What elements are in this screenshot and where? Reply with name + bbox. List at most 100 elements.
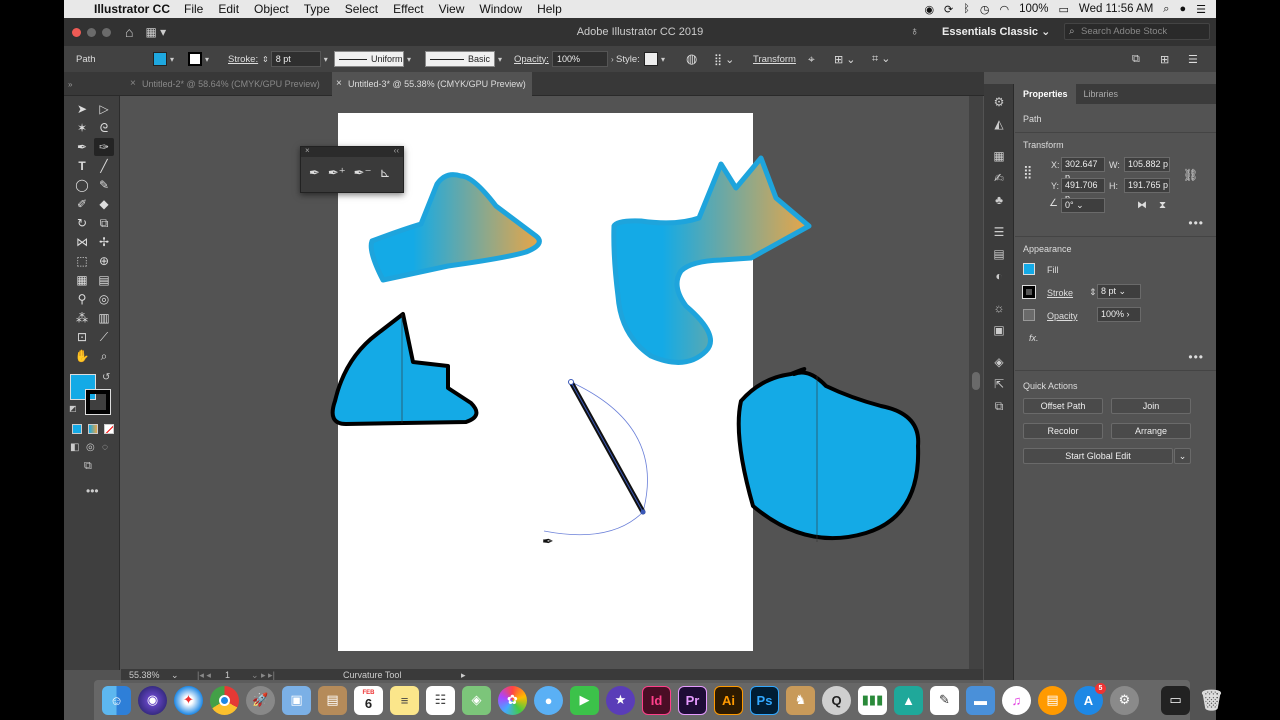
textedit-icon[interactable]: ✎: [930, 685, 959, 715]
eraser-tool-icon[interactable]: ◆: [94, 195, 114, 213]
notification-icon[interactable]: ☰: [1196, 3, 1206, 16]
perspective-grid-tool-icon[interactable]: ▦: [72, 271, 92, 289]
menu-effect[interactable]: Effect: [393, 2, 423, 16]
wifi-icon[interactable]: ◠: [999, 3, 1009, 16]
trash-icon[interactable]: 🗑: [1197, 686, 1226, 715]
screenshot-icon[interactable]: ▭: [1161, 685, 1190, 715]
draw-behind-icon[interactable]: ◎: [86, 442, 95, 453]
toolbar-collapse-icon[interactable]: »: [68, 80, 72, 89]
close-window-button[interactable]: [72, 27, 81, 37]
stroke-panel-icon[interactable]: ☰: [991, 224, 1007, 240]
bluetooth-icon[interactable]: ᛒ: [963, 3, 970, 15]
appearance-opacity-label[interactable]: Opacity: [1047, 311, 1078, 321]
notes-icon[interactable]: ≡: [390, 685, 419, 715]
menu-select[interactable]: Select: [345, 2, 378, 16]
y-field[interactable]: 491.706 p: [1061, 178, 1105, 203]
flip-vertical-icon[interactable]: ⧗: [1159, 200, 1166, 211]
keynote-icon[interactable]: ▬: [966, 685, 995, 715]
none-mode-icon[interactable]: [104, 424, 114, 434]
join-button[interactable]: Join: [1111, 398, 1191, 414]
variable-width-profile[interactable]: Uniform ▾: [334, 46, 411, 72]
reference-point-icon[interactable]: ⣿: [1023, 164, 1033, 180]
stroke-weight-stepper[interactable]: ⇕ 8 pt ▾: [262, 46, 328, 72]
swap-fill-stroke-icon[interactable]: ↺: [102, 372, 110, 383]
shape-builder-tool-icon[interactable]: ⊕: [94, 252, 114, 270]
numbers-icon[interactable]: ▮▮▮: [858, 685, 887, 715]
hand-tool-icon[interactable]: ✋: [72, 347, 92, 365]
recolor-button[interactable]: Recolor: [1023, 423, 1103, 439]
curvature-tool-icon[interactable]: ✑: [94, 138, 114, 156]
edit-toolbar-icon[interactable]: •••: [86, 484, 99, 498]
tab-untitled-2[interactable]: × Untitled-2* @ 58.64% (CMYK/GPU Preview…: [126, 72, 328, 96]
slice-tool-icon[interactable]: ⟋: [94, 328, 114, 346]
fx-icon[interactable]: fx.: [1029, 333, 1039, 343]
layers-icon[interactable]: ◈: [991, 354, 1007, 370]
pen-tool-icon[interactable]: ✒: [72, 138, 92, 156]
artboards-icon[interactable]: ⧉: [991, 398, 1007, 414]
cinema-icon[interactable]: ♞: [786, 685, 815, 715]
appearance-stroke-weight[interactable]: 8 pt ⌄: [1097, 284, 1141, 299]
artboard-number[interactable]: 1: [225, 670, 230, 680]
draw-inside-icon[interactable]: ◌: [102, 442, 108, 453]
stroke-label[interactable]: Stroke:: [228, 46, 258, 72]
puppet-warp-tool-icon[interactable]: ✢: [94, 233, 114, 251]
vertical-scrollbar[interactable]: [969, 96, 983, 669]
minimize-window-button[interactable]: [87, 27, 96, 37]
flyout-anchor-point-icon[interactable]: ⊾: [379, 165, 390, 181]
app-menu[interactable]: Illustrator CC: [94, 2, 170, 16]
screen-mode-icon[interactable]: ⧉: [84, 460, 92, 473]
shaper-tool-icon[interactable]: ✐: [72, 195, 92, 213]
brushes-icon[interactable]: ✍: [991, 170, 1007, 186]
puppet-warp-icon[interactable]: ⌗ ⌄: [872, 46, 890, 72]
itunes-icon[interactable]: ♫: [1002, 685, 1031, 715]
stock-search-input[interactable]: ⌕ Search Adobe Stock: [1064, 23, 1210, 40]
offset-path-button[interactable]: Offset Path: [1023, 398, 1103, 414]
menu-file[interactable]: File: [184, 2, 203, 16]
user-icon[interactable]: ●: [1179, 3, 1186, 15]
symbol-sprayer-tool-icon[interactable]: ⁂: [72, 309, 92, 327]
asset-export-icon[interactable]: ⇱: [991, 376, 1007, 392]
transform-more-icon[interactable]: •••: [1188, 216, 1204, 230]
appearance-stroke-swatch[interactable]: [1022, 285, 1036, 299]
control-menu-icon[interactable]: ☰: [1188, 46, 1198, 72]
appearance-stroke-label[interactable]: Stroke: [1047, 288, 1073, 298]
opacity-field[interactable]: 100% ›: [552, 46, 614, 72]
appearance-icon[interactable]: ☼: [991, 300, 1007, 316]
h-field[interactable]: 191.765 p: [1124, 178, 1170, 193]
control-options-icon[interactable]: ⊞: [1160, 46, 1169, 72]
angle-field[interactable]: 0° ⌄: [1061, 198, 1105, 213]
stroke-stepper-icon[interactable]: ⇕: [1089, 287, 1097, 298]
color-panel-icon[interactable]: ▦: [991, 148, 1007, 164]
paintbrush-tool-icon[interactable]: ✎: [94, 176, 114, 194]
reminders-icon[interactable]: ☷: [426, 685, 455, 715]
quicktime-icon[interactable]: Q: [822, 685, 851, 715]
chrome-icon[interactable]: [210, 685, 239, 715]
lasso-tool-icon[interactable]: ᘓ: [94, 119, 114, 137]
ibooks-icon[interactable]: ▤: [1038, 685, 1067, 715]
zoom-tool-icon[interactable]: ⌕: [94, 347, 114, 365]
calendar-icon[interactable]: FEB 6: [354, 685, 383, 715]
flyout-header[interactable]: × ‹‹: [301, 146, 403, 157]
brush-definition[interactable]: Basic ▾: [425, 46, 502, 72]
selection-tool-icon[interactable]: ➤: [72, 100, 92, 118]
gradient-panel-icon[interactable]: ▤: [991, 246, 1007, 262]
x-field[interactable]: 302.647 p: [1061, 157, 1105, 182]
close-tab-icon[interactable]: ×: [336, 72, 342, 96]
finder-icon[interactable]: ☺: [102, 685, 131, 715]
system-preferences-icon[interactable]: ⚙: [1110, 685, 1139, 715]
flip-horizontal-icon[interactable]: ⧓: [1137, 200, 1147, 211]
clock[interactable]: Wed 11:56 AM: [1079, 3, 1153, 15]
column-graph-tool-icon[interactable]: ▥: [94, 309, 114, 327]
appearance-more-icon[interactable]: •••: [1188, 350, 1204, 364]
constrain-proportions-icon[interactable]: ⛓: [1183, 168, 1198, 182]
record-icon[interactable]: ◉: [924, 3, 934, 16]
free-transform-tool-icon[interactable]: ⬚: [72, 252, 92, 270]
type-tool-icon[interactable]: T: [72, 157, 92, 175]
tab-untitled-3[interactable]: × Untitled-3* @ 55.38% (CMYK/GPU Preview…: [332, 72, 532, 96]
magic-wand-tool-icon[interactable]: ✶: [72, 119, 92, 137]
fill-swatch[interactable]: ▾: [153, 46, 174, 72]
shape-builder-icon[interactable]: ⊞ ⌄: [834, 46, 856, 72]
ellipse-tool-icon[interactable]: ◯: [72, 176, 92, 194]
draw-normal-icon[interactable]: ◧: [70, 442, 79, 453]
zoom-window-button[interactable]: [102, 27, 111, 37]
